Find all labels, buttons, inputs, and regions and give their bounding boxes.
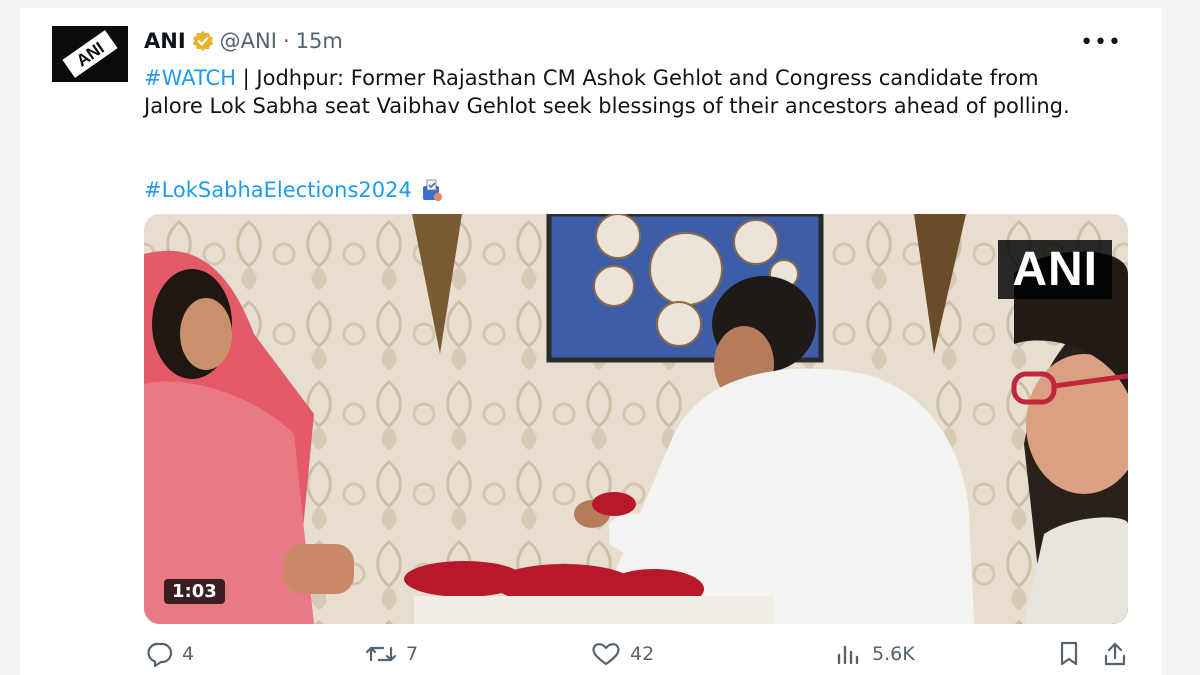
ballot-box-icon <box>420 177 444 203</box>
reply-button[interactable]: 4 <box>144 636 194 672</box>
author-handle[interactable]: @ANI <box>220 29 277 53</box>
more-options-button[interactable]: ••• <box>1080 30 1122 55</box>
bookmark-button[interactable] <box>1056 636 1090 672</box>
views-count: 5.6K <box>872 643 915 665</box>
tweet-header: ANI @ANI · 15m <box>144 26 343 56</box>
hashtag-watch[interactable]: #WATCH <box>144 66 236 90</box>
like-button[interactable]: 42 <box>590 636 654 672</box>
video-duration: 1:03 <box>164 579 225 604</box>
tweet-timestamp[interactable]: 15m <box>296 29 343 53</box>
views-button[interactable]: 5.6K <box>834 636 915 672</box>
repost-button[interactable]: 7 <box>364 636 418 672</box>
ani-watermark: ANI <box>998 240 1112 299</box>
tweet-body: | Jodhpur: Former Rajasthan CM Ashok Geh… <box>144 66 1070 118</box>
left-gutter <box>0 0 20 675</box>
tweet-hashtag-line: #LokSabhaElections2024 <box>144 176 444 204</box>
views-icon <box>837 645 859 665</box>
video-player[interactable]: ANI 1:03 <box>144 214 1128 624</box>
video-thumbnail <box>144 214 1128 624</box>
reply-count: 4 <box>182 643 195 665</box>
reply-icon <box>147 642 173 667</box>
header-separator: · <box>282 29 290 53</box>
verified-badge-icon <box>192 30 214 52</box>
share-button[interactable] <box>1102 636 1136 672</box>
share-icon <box>1104 642 1126 666</box>
author-name[interactable]: ANI <box>144 29 186 53</box>
hashtag-loksabha[interactable]: #LokSabhaElections2024 <box>144 176 412 204</box>
action-bar: 4 7 42 5.6K <box>144 636 1128 672</box>
repost-count: 7 <box>406 643 419 665</box>
ani-logo-icon: ANI <box>52 26 128 82</box>
bookmark-icon <box>1060 641 1078 666</box>
top-strip <box>0 0 1200 8</box>
right-gutter <box>1162 0 1200 675</box>
tweet-card[interactable]: ANI ANI @ANI · 15m ••• #WATCH | Jodhpur:… <box>20 8 1162 675</box>
more-icon: ••• <box>1080 30 1122 55</box>
like-count: 42 <box>630 643 655 665</box>
heart-icon <box>592 643 620 666</box>
tweet-text: #WATCH | Jodhpur: Former Rajasthan CM As… <box>144 64 1104 120</box>
avatar[interactable]: ANI <box>52 26 128 82</box>
repost-icon <box>365 646 397 662</box>
